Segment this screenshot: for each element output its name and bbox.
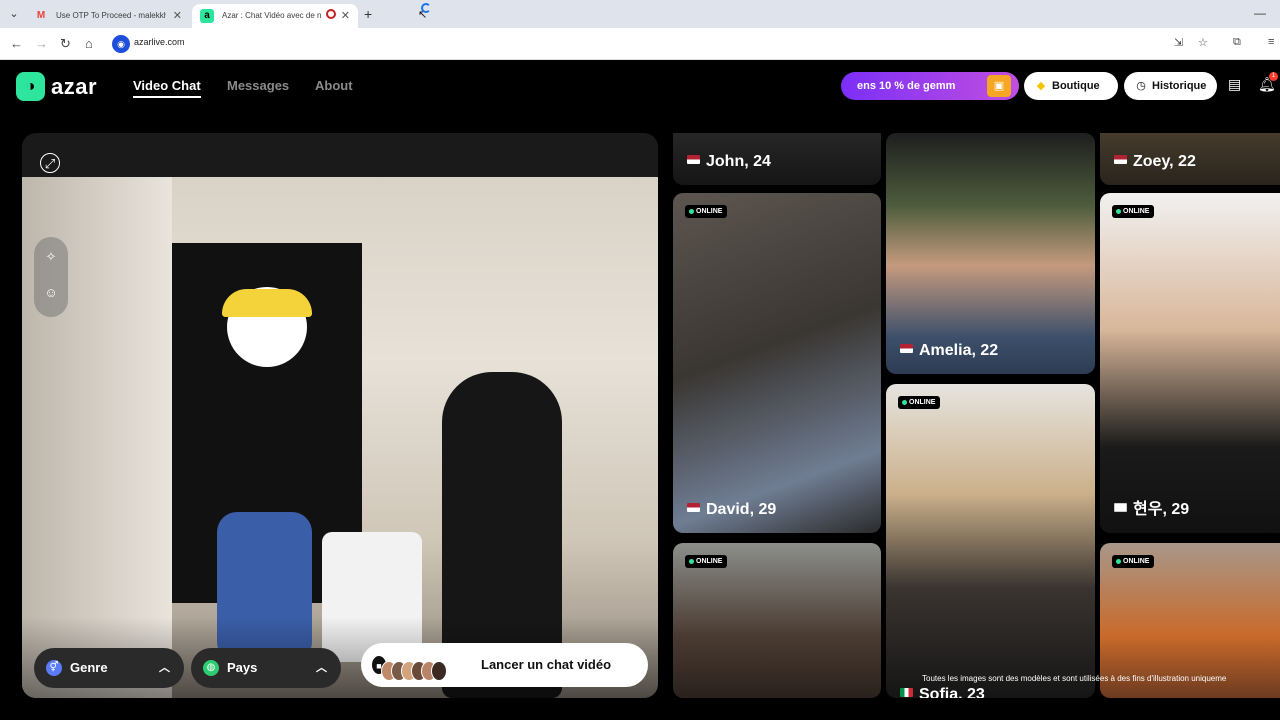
flag-icon-us	[900, 344, 913, 353]
tab-gmail[interactable]: M Use OTP To Proceed - malekkha ✕	[26, 4, 190, 28]
genre-filter-button[interactable]: ⚥ Genre ︿	[34, 648, 184, 688]
launch-label: Lancer un chat vidéo	[481, 657, 612, 672]
site-info-icon[interactable]: ◉	[112, 35, 130, 53]
tab-title: Use OTP To Proceed - malekkha	[56, 11, 166, 20]
nav-video-chat[interactable]: Video Chat	[133, 78, 201, 98]
camera-scene-hat	[222, 289, 312, 317]
new-tab-button[interactable]: +	[364, 6, 372, 22]
face-filter-icon[interactable]: ☺	[34, 285, 68, 300]
camera-preview: ✧ ☺	[22, 177, 658, 698]
address-bar: ← → ↻ ⌂ ◉ azarlive.com ⇲ ☆ ⧉ ≡	[0, 28, 1280, 60]
azar-logo-icon: ◑	[16, 72, 45, 101]
pays-filter-button[interactable]: ◍ Pays ︿	[191, 648, 341, 688]
globe-icon: ◍	[203, 660, 219, 676]
profile-name: Zoey, 22	[1114, 153, 1196, 171]
mouse-cursor-icon: ↖	[418, 9, 428, 21]
logo-text: azar	[51, 73, 98, 99]
azar-icon: a	[200, 9, 214, 23]
reload-icon[interactable]: ↻	[60, 36, 71, 52]
chevron-up-icon: ︿	[316, 662, 327, 674]
clock-icon: ◷	[1136, 80, 1146, 92]
boutique-label: Boutique	[1052, 80, 1100, 92]
chevron-up-icon: ︿	[159, 662, 170, 674]
home-icon[interactable]: ⌂	[85, 36, 93, 51]
profile-card[interactable]: Amelia, 22	[886, 133, 1095, 374]
gender-icon: ⚥	[46, 660, 62, 676]
avatar	[431, 661, 447, 681]
close-tab-icon[interactable]: ✕	[341, 4, 350, 28]
profile-name: John, 24	[687, 153, 771, 171]
install-app-icon[interactable]: ⇲	[1174, 36, 1183, 49]
forward-arrow-icon[interactable]: →	[35, 36, 48, 51]
bookmark-star-icon[interactable]: ☆	[1198, 36, 1208, 49]
profile-card[interactable]: ONLINE Sofia, 23	[886, 384, 1095, 698]
profile-name: Sofia, 23	[900, 686, 985, 698]
online-badge: ONLINE	[1112, 205, 1155, 218]
nav-about[interactable]: About	[315, 78, 353, 93]
azar-site: ◑ azar Video Chat Messages About ens 10 …	[0, 60, 1280, 720]
profile-card[interactable]: ONLINE 현우, 29	[1100, 193, 1280, 533]
expand-icon[interactable]: ⤢	[40, 153, 60, 173]
tab-title: Azar : Chat Vidéo avec de n	[222, 11, 322, 20]
flag-icon-kr	[1114, 503, 1127, 512]
profile-card[interactable]: ONLINE David, 29	[673, 193, 881, 533]
avatar-stack: ■	[371, 655, 447, 681]
profile-grid: John, 24 ONLINE David, 29 ONLINE Amelia,…	[673, 133, 1280, 698]
profile-card[interactable]: ONLINE	[673, 543, 881, 698]
profile-card[interactable]: Zoey, 22	[1100, 133, 1280, 185]
historique-label: Historique	[1152, 80, 1207, 92]
online-badge: ONLINE	[685, 555, 728, 568]
recording-icon	[326, 9, 336, 19]
flag-icon-it	[900, 688, 913, 697]
flag-icon-us	[1114, 155, 1127, 164]
minimize-window-button[interactable]: —	[1254, 6, 1266, 20]
profile-name: 현우, 29	[1114, 495, 1189, 519]
inbox-icon[interactable]: ▤	[1228, 76, 1241, 93]
boutique-button[interactable]: ◆ Boutique	[1024, 72, 1118, 100]
online-badge: ONLINE	[685, 205, 728, 218]
treasure-chest-icon: ▣	[987, 75, 1011, 97]
notification-badge: 1	[1269, 72, 1278, 81]
back-arrow-icon[interactable]: ←	[10, 36, 23, 51]
promo-text: ens 10 % de gemm	[857, 80, 956, 92]
gems-promo-banner[interactable]: ens 10 % de gemm ▣	[841, 72, 1019, 100]
azar-logo[interactable]: ◑ azar	[16, 72, 97, 101]
pays-label: Pays	[227, 660, 258, 675]
effects-toolbar: ✧ ☺	[34, 237, 68, 317]
gem-icon: ◆	[1036, 80, 1046, 92]
profile-name: Amelia, 22	[900, 342, 998, 360]
historique-button[interactable]: ◷ Historique	[1124, 72, 1217, 100]
tab-search-icon[interactable]: ⌄	[6, 6, 22, 22]
video-chat-panel: ⤢ ✧ ☺ ⚥ Genre ︿ ◍ Pays ︿ ■ Lancer un cha…	[22, 133, 658, 698]
launch-video-chat-button[interactable]: ■ Lancer un chat vidéo	[361, 643, 648, 687]
extensions-icon[interactable]: ⧉	[1233, 36, 1241, 49]
online-badge: ONLINE	[1112, 555, 1155, 568]
gmail-icon: M	[36, 10, 46, 21]
genre-label: Genre	[70, 660, 108, 675]
flag-icon-us	[687, 155, 700, 164]
profile-card[interactable]: John, 24	[673, 133, 881, 185]
magic-wand-icon[interactable]: ✧	[34, 249, 68, 265]
close-tab-icon[interactable]: ✕	[173, 4, 182, 28]
online-badge: ONLINE	[898, 396, 941, 409]
nav-messages[interactable]: Messages	[227, 78, 289, 93]
browser-tab-bar: ⌄ M Use OTP To Proceed - malekkha ✕ a Az…	[0, 0, 1280, 28]
profile-name: David, 29	[687, 501, 776, 519]
flag-icon-us	[687, 503, 700, 512]
menu-icon[interactable]: ≡	[1268, 36, 1274, 48]
images-disclaimer: Toutes les images sont des modèles et so…	[922, 674, 1227, 683]
url-field[interactable]: azarlive.com	[134, 37, 185, 47]
